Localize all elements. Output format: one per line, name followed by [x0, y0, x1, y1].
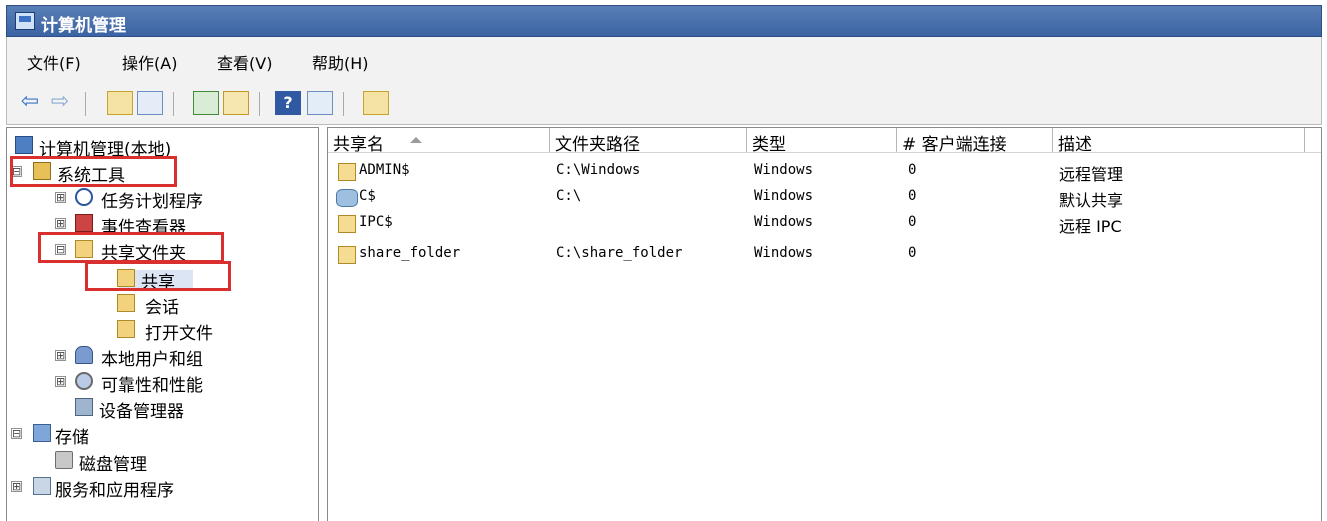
performance-icon — [75, 372, 93, 390]
column-folder-path[interactable]: 文件夹路径 — [550, 128, 747, 155]
event-viewer-icon — [75, 214, 93, 232]
share-list-view[interactable]: 共享名 文件夹路径 类型 # 客户端连接 描述 ADMIN$ C:\Window… — [327, 127, 1322, 521]
annotation-box-shares — [85, 261, 231, 291]
column-share-name[interactable]: 共享名 — [328, 128, 550, 155]
share-icon — [338, 215, 356, 233]
menu-action[interactable]: 操作(A) — [122, 50, 177, 74]
up-folder-icon[interactable] — [107, 91, 133, 115]
properties-icon[interactable] — [307, 91, 333, 115]
menu-file[interactable]: 文件(F) — [27, 50, 81, 74]
forward-icon[interactable]: ⇨ — [47, 91, 73, 115]
new-share-icon[interactable] — [363, 91, 389, 115]
menu-help[interactable]: 帮助(H) — [312, 50, 369, 74]
list-header: 共享名 文件夹路径 类型 # 客户端连接 描述 — [328, 128, 1321, 155]
share-icon — [338, 246, 356, 264]
help-icon[interactable]: ? — [275, 91, 301, 115]
expand-icon[interactable]: ⊞ — [55, 192, 66, 203]
menu-bar: 文件(F) 操作(A) 查看(V) 帮助(H) — [6, 37, 1322, 83]
computer-icon — [15, 136, 33, 154]
sort-ascending-icon — [410, 137, 422, 143]
computer-management-icon — [15, 12, 35, 30]
back-icon[interactable]: ⇦ — [17, 91, 43, 115]
table-row[interactable]: ADMIN$ C:\Windows Windows 0 远程管理 — [328, 159, 1321, 185]
table-row[interactable]: IPC$ Windows 0 远程 IPC — [328, 211, 1321, 237]
toolbar: ⇦ ⇨ ? — [6, 83, 1322, 125]
sessions-icon — [117, 294, 135, 312]
share-icon — [338, 163, 356, 181]
column-description[interactable]: 描述 — [1053, 128, 1305, 155]
title-bar: 计算机管理 — [6, 5, 1322, 37]
console-tree[interactable]: 计算机管理(本地) ⊟ 系统工具 ⊞ 任务计划程序 ⊞ 事件查看器 ⊟ 共享文件… — [6, 127, 319, 521]
toolbar-separator — [259, 92, 260, 116]
annotation-box-system-tools — [10, 156, 177, 187]
expand-icon[interactable]: ⊞ — [55, 350, 66, 361]
menu-view[interactable]: 查看(V) — [217, 50, 272, 74]
network-share-icon — [336, 189, 358, 207]
show-hide-tree-icon[interactable] — [137, 91, 163, 115]
annotation-box-shared-folders — [38, 232, 224, 263]
toolbar-separator — [343, 92, 344, 116]
column-client-connections[interactable]: # 客户端连接 — [897, 128, 1053, 155]
table-row[interactable]: C$ C:\ Windows 0 默认共享 — [328, 185, 1321, 211]
users-icon — [75, 346, 93, 364]
open-files-icon — [117, 320, 135, 338]
refresh-icon[interactable] — [193, 91, 219, 115]
export-icon[interactable] — [223, 91, 249, 115]
column-type[interactable]: 类型 — [747, 128, 897, 155]
toolbar-separator — [173, 92, 174, 116]
toolbar-separator — [85, 92, 86, 116]
collapse-icon[interactable]: ⊟ — [11, 428, 22, 439]
storage-icon — [33, 424, 51, 442]
table-row[interactable]: share_folder C:\share_folder Windows 0 — [328, 242, 1321, 268]
services-icon — [33, 477, 51, 495]
clock-icon — [75, 188, 93, 206]
expand-icon[interactable]: ⊞ — [11, 481, 22, 492]
window-title: 计算机管理 — [41, 16, 126, 36]
device-manager-icon — [75, 398, 93, 416]
expand-icon[interactable]: ⊞ — [55, 218, 66, 229]
disk-icon — [55, 451, 73, 469]
expand-icon[interactable]: ⊞ — [55, 376, 66, 387]
